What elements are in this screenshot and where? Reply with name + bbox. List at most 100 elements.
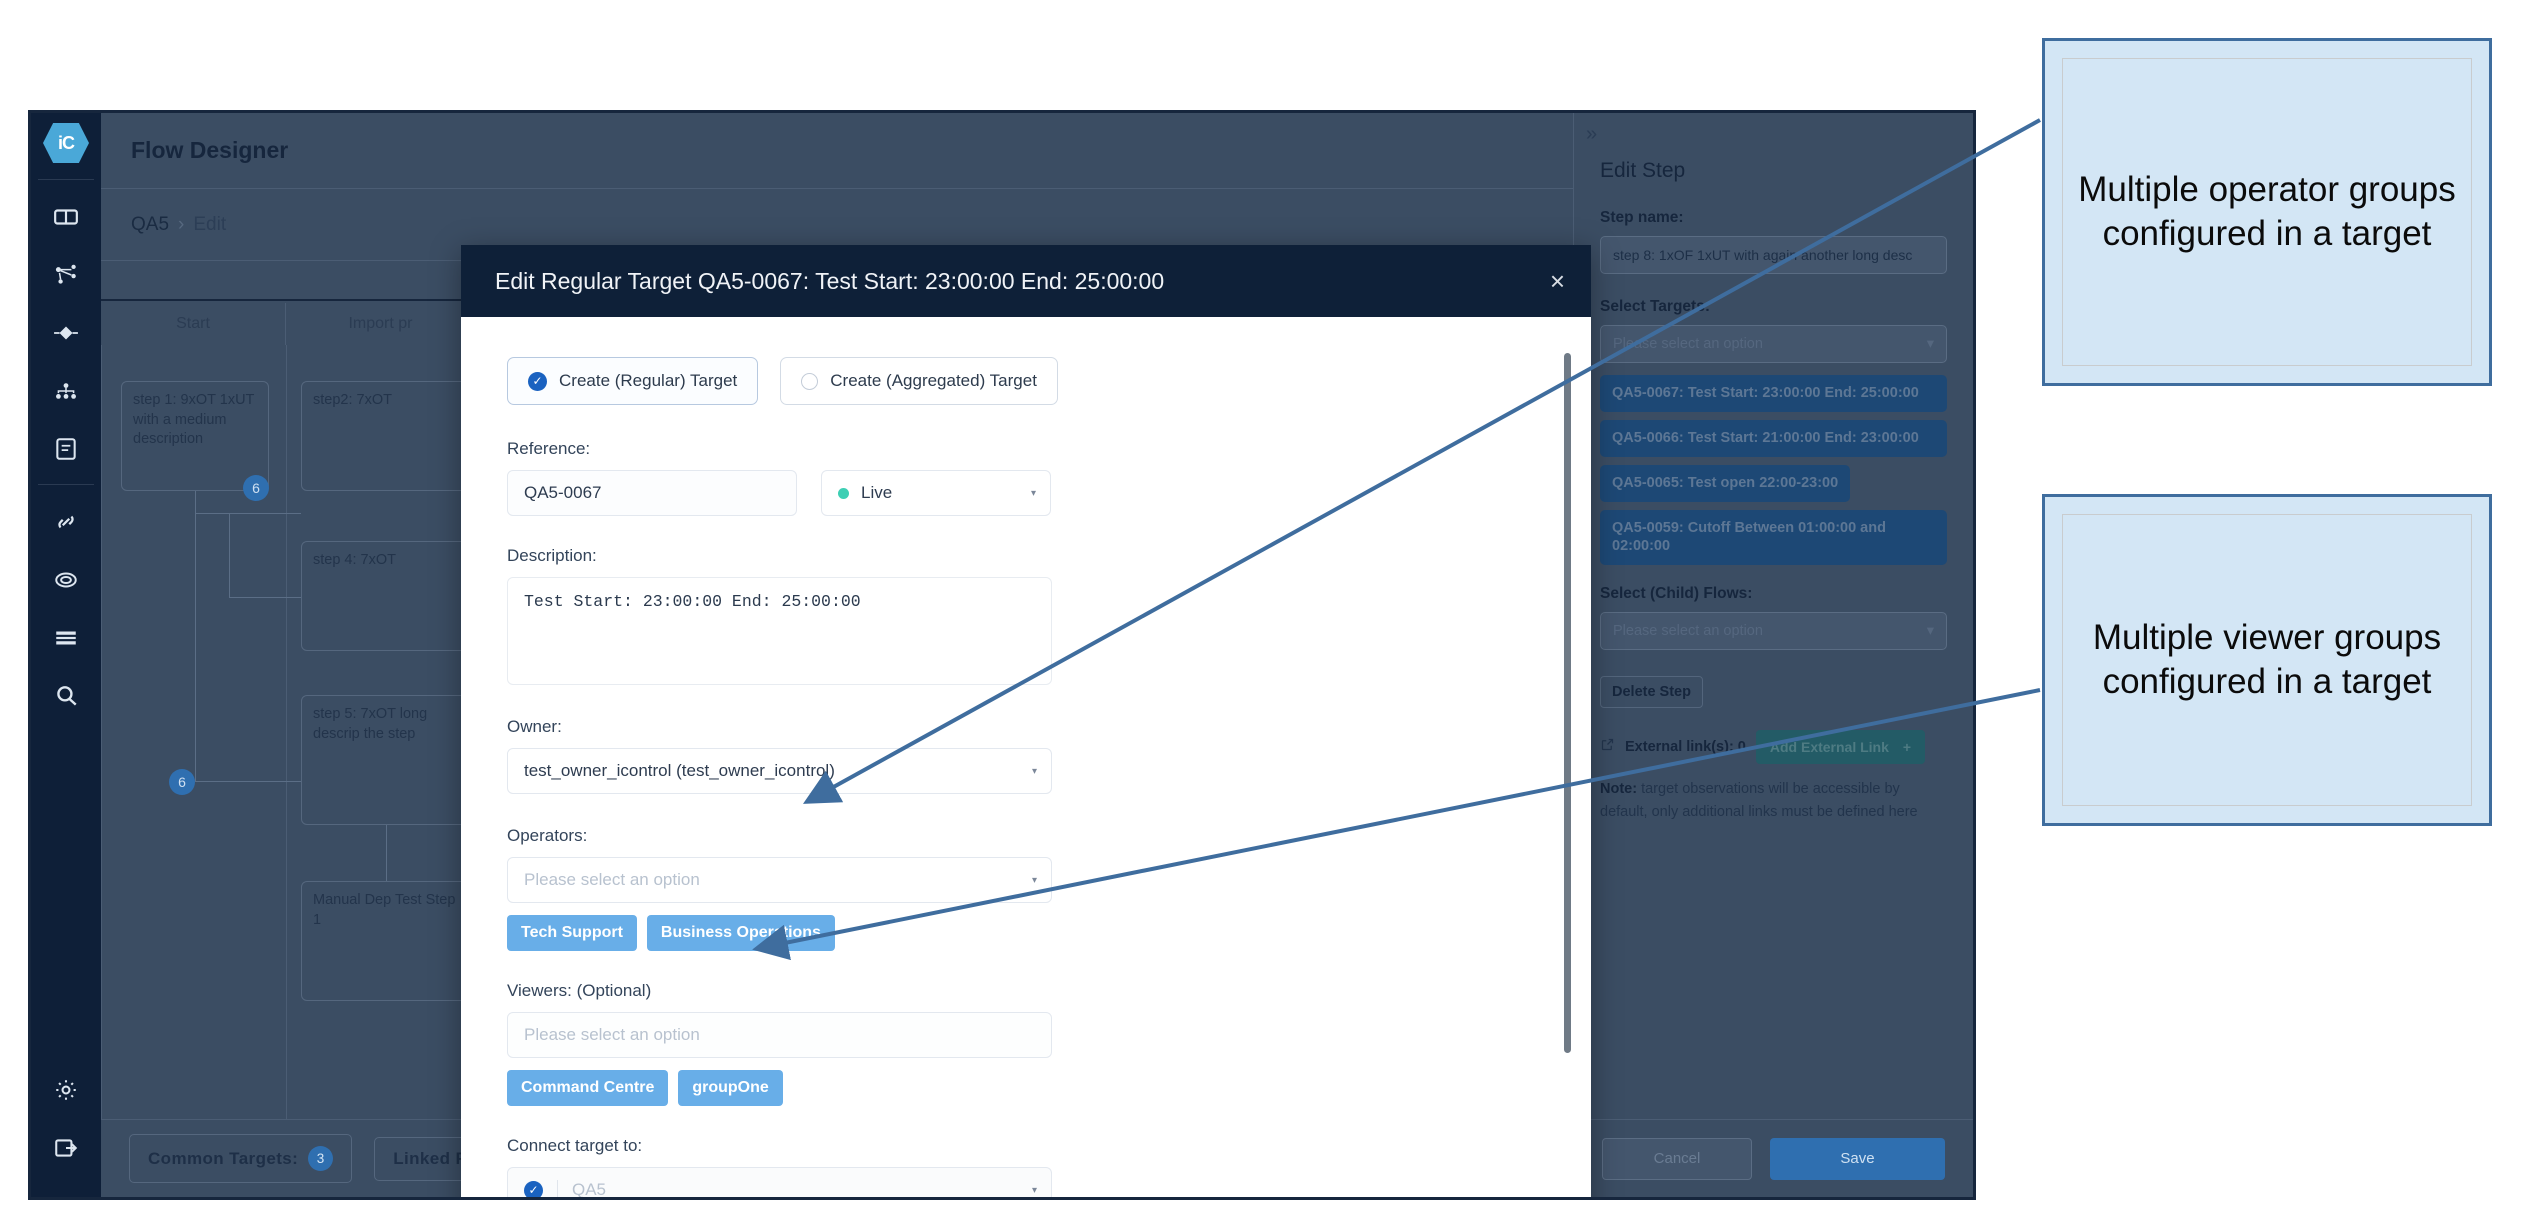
- sidebar-item-links[interactable]: [31, 495, 101, 553]
- link-icon: [53, 509, 79, 540]
- sidebar-item-monitor[interactable]: [31, 553, 101, 611]
- diamond-icon: [53, 320, 79, 351]
- viewers-label: Viewers: (Optional): [507, 981, 652, 1000]
- sidebar-item-settings[interactable]: [31, 1063, 101, 1121]
- selected-target-tag[interactable]: QA5-0065: Test open 22:00-23:00: [1600, 464, 1851, 502]
- viewer-group-tag[interactable]: groupOne: [678, 1070, 783, 1106]
- search-icon: [53, 683, 79, 714]
- select-child-flows-label: Select (Child) Flows:: [1600, 585, 1753, 603]
- common-targets-count: 3: [308, 1146, 334, 1171]
- create-regular-target-option[interactable]: Create (Regular) Target: [507, 357, 759, 405]
- selected-target-tag[interactable]: QA5-0066: Test Start: 21:00:00 End: 23:0…: [1600, 419, 1947, 457]
- select-targets-placeholder: Please select an option: [1613, 336, 1763, 352]
- operators-label: Operators:: [507, 826, 588, 845]
- flow-node[interactable]: step2: 7xOT: [301, 381, 471, 491]
- operator-group-tag[interactable]: Tech Support: [507, 915, 637, 951]
- app-logo: iC: [43, 123, 89, 163]
- viewers-dropdown[interactable]: Please select an option: [507, 1012, 1052, 1058]
- connect-target-dropdown[interactable]: QA5 ▾: [507, 1167, 1052, 1197]
- sidebar-item-hierarchy[interactable]: [31, 364, 101, 422]
- save-button[interactable]: Save: [1770, 1137, 1945, 1180]
- logout-icon: [53, 1135, 79, 1166]
- annotation-callout-operators: Multiple operator groups configured in a…: [2042, 38, 2492, 386]
- breadcrumb-root[interactable]: QA5: [131, 214, 169, 236]
- reference-row: QA5-0067 Live ▾: [507, 470, 1541, 516]
- cancel-button[interactable]: Cancel: [1602, 1137, 1752, 1180]
- delete-step-button[interactable]: Delete Step: [1600, 676, 1703, 709]
- external-link-icon: [1600, 737, 1615, 757]
- owner-dropdown[interactable]: test_owner_icontrol (test_owner_icontrol…: [507, 748, 1052, 794]
- flow-nodes-icon: [53, 262, 79, 293]
- selected-target-tag[interactable]: QA5-0067: Test Start: 23:00:00 End: 25:0…: [1600, 375, 1947, 412]
- description-textarea[interactable]: Test Start: 23:00:00 End: 25:00:00: [507, 577, 1052, 685]
- selected-target-tag[interactable]: QA5-0059: Cutoff Between 01:00:00 and 02…: [1600, 509, 1947, 566]
- application-window: iC Flow Designer QA5 › Edit Start Import…: [28, 110, 1976, 1200]
- left-nav-rail: iC: [31, 113, 101, 1197]
- sidebar-item-flows[interactable]: [31, 248, 101, 306]
- flow-node[interactable]: step 4: 7xOT: [301, 541, 471, 651]
- dashboard-icon: [53, 204, 79, 235]
- operator-group-tag[interactable]: Business Operations: [646, 915, 835, 951]
- annotation-callout-text: Multiple viewer groups configured in a t…: [2062, 514, 2472, 806]
- plus-icon: +: [1902, 739, 1912, 756]
- add-external-link-label: Add External Link: [1769, 739, 1889, 756]
- modal-scrollbar[interactable]: [1564, 353, 1571, 1053]
- edit-step-footer: Cancel Save: [1574, 1119, 1973, 1197]
- reference-input[interactable]: QA5-0067: [507, 470, 797, 516]
- flow-node-badge: 6: [243, 475, 269, 501]
- canvas-column-header: Start: [101, 303, 286, 345]
- status-dropdown[interactable]: Live ▾: [821, 470, 1051, 516]
- owner-label: Owner:: [507, 717, 562, 736]
- sidebar-item-logout[interactable]: [31, 1121, 101, 1179]
- select-targets-label: Select Targets:: [1600, 298, 1710, 315]
- chevron-down-icon: ▾: [1030, 487, 1036, 499]
- chevron-down-icon: ▾: [1031, 874, 1037, 886]
- gear-icon: [53, 1077, 79, 1108]
- radio-selected-icon: [528, 371, 547, 391]
- sidebar-item-search[interactable]: [31, 669, 101, 727]
- step-name-input[interactable]: step 8: 1xOF 1xUT with again another lon…: [1600, 236, 1947, 274]
- rail-divider-2: [38, 484, 94, 485]
- create-aggregated-target-option[interactable]: Create (Aggregated) Target: [780, 357, 1058, 405]
- annotation-callout-text: Multiple operator groups configured in a…: [2062, 58, 2472, 366]
- select-targets-dropdown[interactable]: Please select an option ▾: [1600, 325, 1947, 363]
- flow-node[interactable]: step 5: 7xOT long descrip the step: [301, 695, 471, 825]
- modal-header: Edit Regular Target QA5-0067: Test Start…: [461, 245, 1591, 317]
- create-aggregated-target-label: Create (Aggregated) Target: [830, 371, 1037, 390]
- operators-dropdown[interactable]: Please select an option ▾: [507, 857, 1052, 903]
- modal-title: Edit Regular Target QA5-0067: Test Start…: [495, 267, 1165, 294]
- sidebar-item-dashboard[interactable]: [31, 190, 101, 248]
- operators-placeholder: Please select an option: [524, 870, 700, 889]
- connect-target-label: Connect target to:: [507, 1136, 643, 1155]
- sidebar-item-list[interactable]: [31, 611, 101, 669]
- sidebar-item-reports[interactable]: [31, 422, 101, 480]
- canvas-column-header: Import pr: [286, 303, 476, 345]
- flow-node[interactable]: Manual Dep Test Step 1: [301, 881, 471, 1001]
- collapse-panel-icon[interactable]: »: [1586, 123, 1597, 146]
- breadcrumb-current: Edit: [193, 213, 227, 235]
- flow-node[interactable]: step 1: 9xOT 1xUT with a medium descript…: [121, 381, 269, 491]
- external-links-note: Note: target observations will be access…: [1600, 778, 1947, 824]
- annotation-callout-viewers: Multiple viewer groups configured in a t…: [2042, 494, 2492, 826]
- select-child-flows-dropdown[interactable]: Please select an option ▾: [1600, 612, 1947, 651]
- sidebar-item-targets[interactable]: [31, 306, 101, 364]
- external-links-count: External link(s): 0: [1625, 739, 1746, 756]
- document-icon: [53, 436, 79, 467]
- viewer-group-tag[interactable]: Command Centre: [507, 1070, 669, 1106]
- close-icon[interactable]: ×: [1550, 268, 1565, 294]
- page-title: Flow Designer: [131, 137, 289, 163]
- connect-target-value: QA5: [557, 1180, 606, 1197]
- live-status-dot-icon: [838, 487, 849, 499]
- edit-step-title: Edit Step: [1600, 159, 1686, 182]
- hierarchy-icon: [53, 378, 79, 409]
- viewers-tags: Command Centre groupOne: [507, 1070, 1541, 1106]
- note-body: target observations will be accessible b…: [1600, 781, 1918, 821]
- add-external-link-button[interactable]: Add External Link +: [1755, 730, 1926, 765]
- common-targets-pill[interactable]: Common Targets: 3: [129, 1134, 353, 1183]
- edit-target-modal: Edit Regular Target QA5-0067: Test Start…: [461, 245, 1591, 1197]
- modal-body: Create (Regular) Target Create (Aggregat…: [461, 317, 1591, 1197]
- chevron-down-icon: ▾: [1926, 336, 1934, 352]
- edit-step-panel: » Edit Step Step name: step 8: 1xOF 1xUT…: [1573, 113, 1973, 1197]
- breadcrumb-separator-icon: ›: [178, 213, 185, 235]
- chevron-down-icon: ▾: [1031, 765, 1037, 777]
